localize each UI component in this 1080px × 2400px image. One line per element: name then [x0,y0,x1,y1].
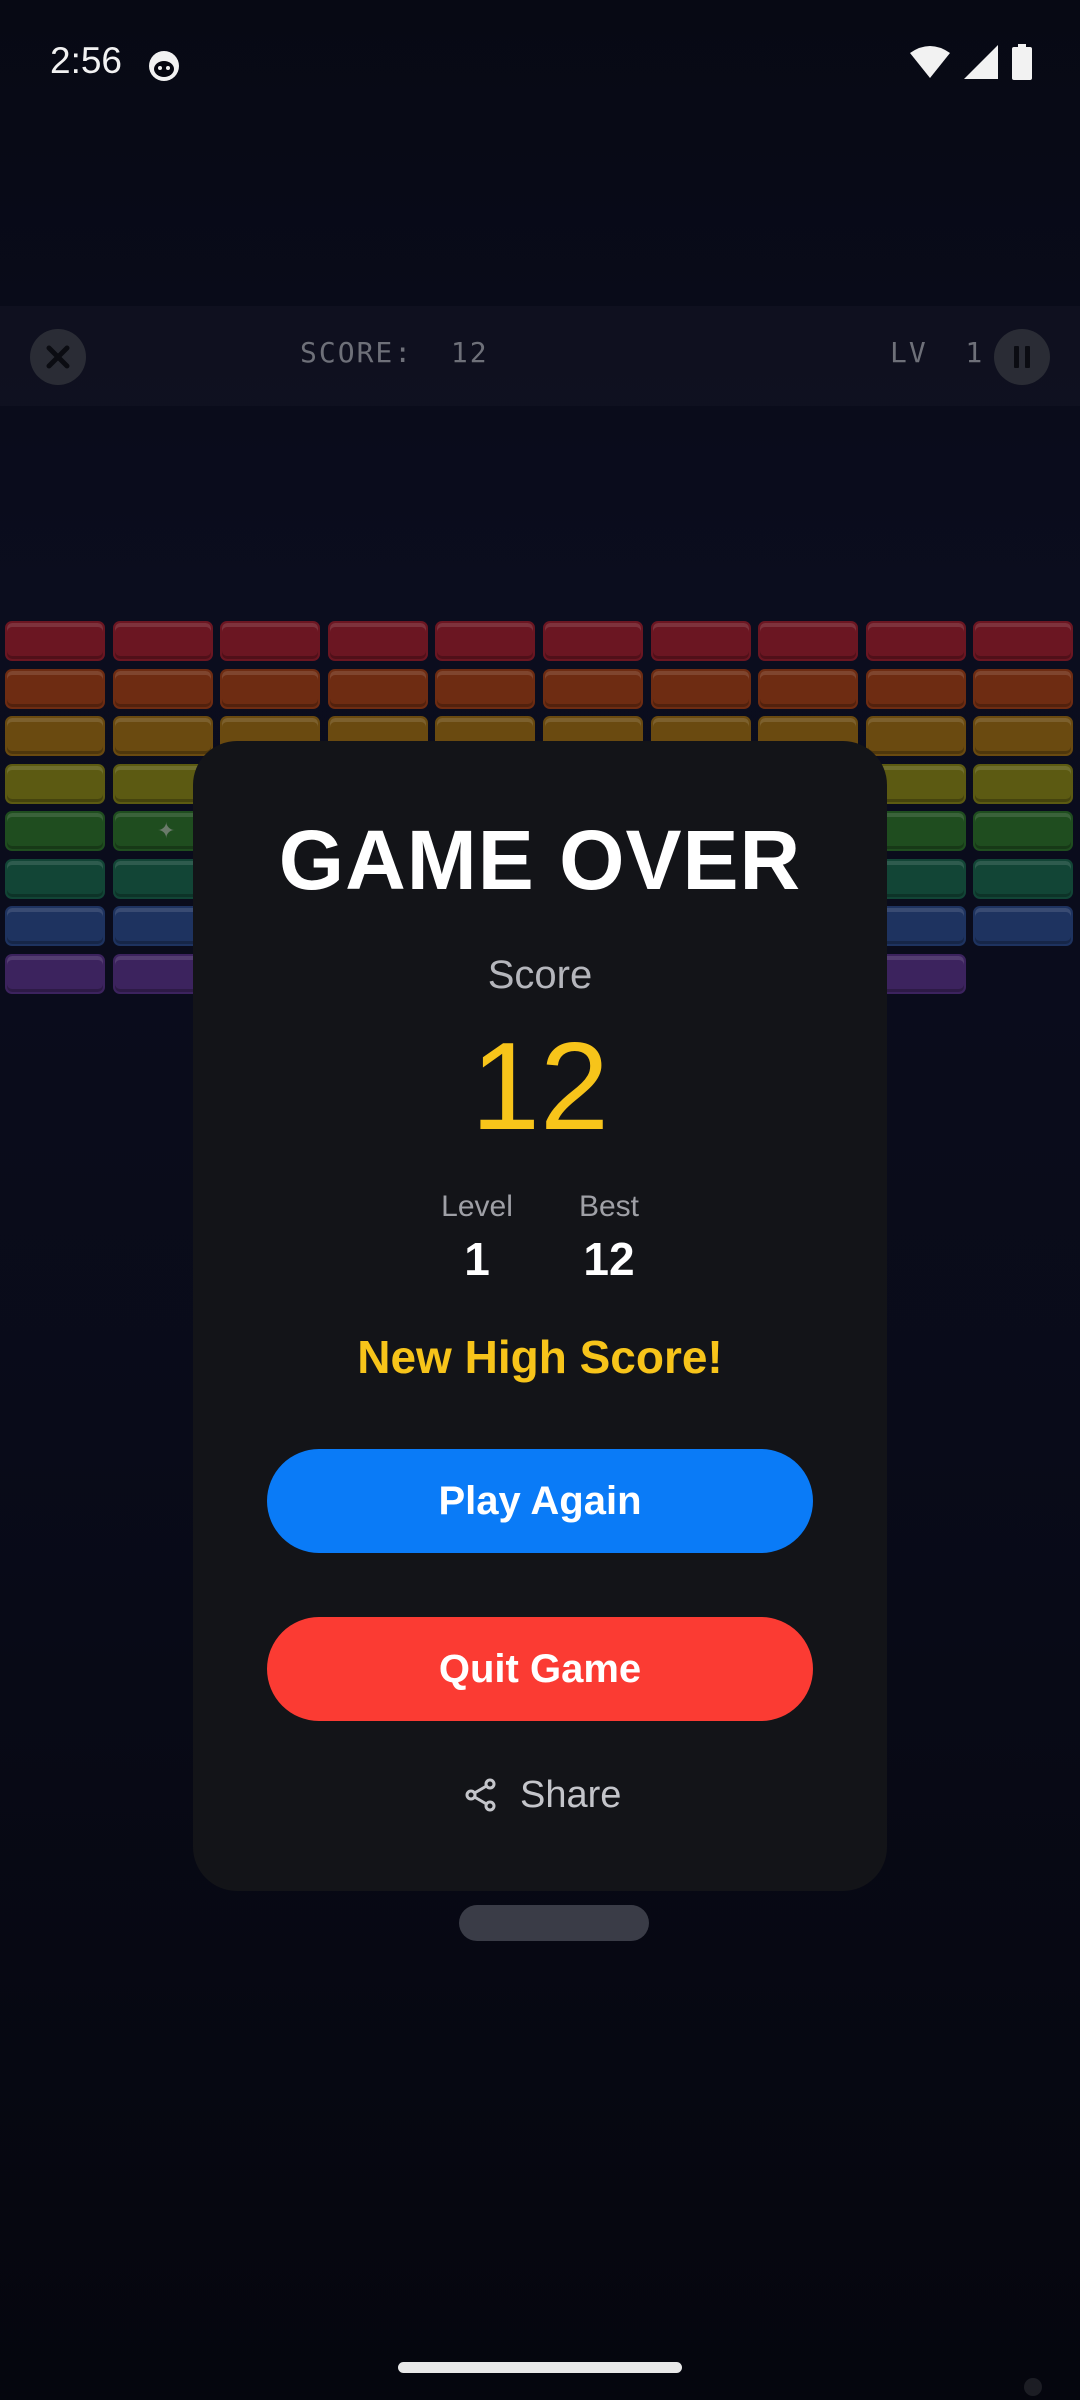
brick [650,621,751,661]
brick [973,716,1074,756]
share-icon [465,1778,496,1812]
home-indicator[interactable] [398,2362,682,2373]
brick [973,763,1074,804]
corner-dot [1024,2378,1042,2396]
brick [5,763,105,804]
brick [327,668,428,709]
brick [5,906,105,946]
brick [973,668,1074,709]
brick [5,621,105,661]
brick [112,668,213,709]
brick [973,621,1074,661]
brick [865,621,966,661]
new-high-score-badge: New High Score! [357,1331,723,1383]
brick [543,668,643,709]
brick [758,668,859,709]
brick [112,621,213,661]
best-value: 12 [583,1233,635,1285]
best-label: Best [578,1190,640,1223]
game-over-title: GAME OVER [278,813,802,907]
brick [435,668,536,709]
level-value: 1 [464,1233,490,1285]
brick [5,668,105,709]
score-value: 12 [471,1018,609,1156]
brick [758,621,859,661]
score-label: Score [487,953,593,997]
brick [973,906,1074,946]
level-stat: Level 1 [407,1190,547,1286]
brick [5,716,105,756]
brick [865,668,966,709]
paddle[interactable] [459,1905,649,1941]
brick [220,668,321,709]
brick [327,621,428,661]
brick [112,716,213,756]
quit-game-button[interactable]: Quit Game [267,1617,813,1721]
best-stat: Best 12 [539,1190,679,1286]
brick [650,668,751,709]
brick [435,621,536,661]
game-screen: 2:56 SCORE: 12 LV 1 ✦ GAME OVER Score 12… [0,0,1080,2400]
level-label: Level [441,1190,513,1223]
brick [865,716,966,756]
brick [220,621,321,661]
play-again-button[interactable]: Play Again [267,1449,813,1553]
brick [543,621,643,661]
share-button[interactable]: Share [464,1770,621,1820]
share-label: Share [520,1773,622,1816]
